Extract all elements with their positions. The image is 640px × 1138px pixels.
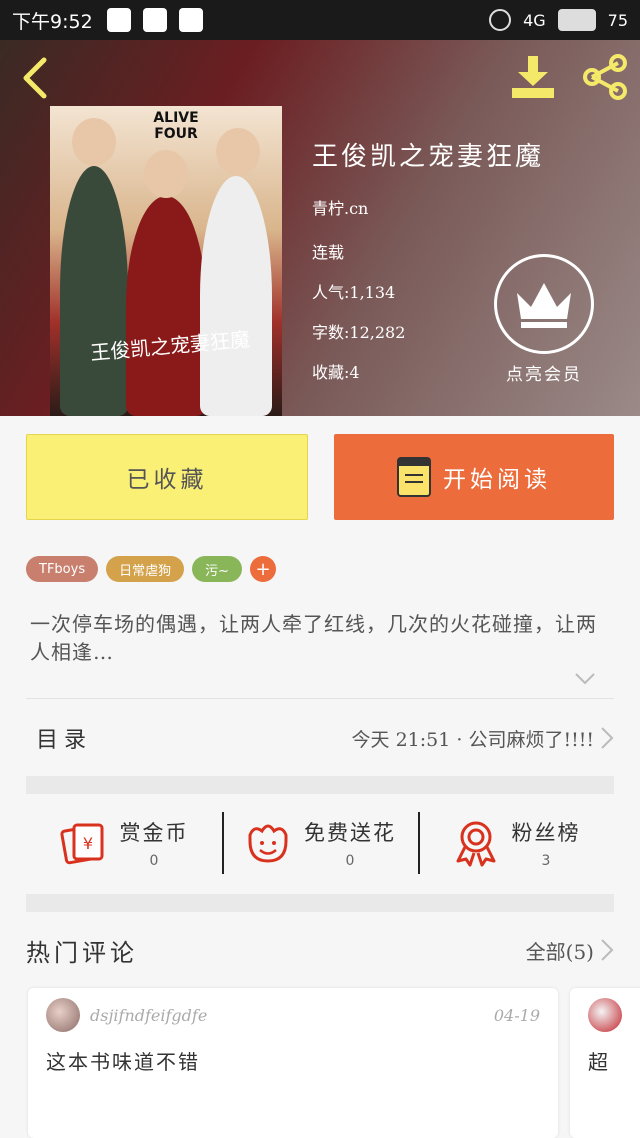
comment-date: 04-19: [493, 1006, 540, 1025]
gold-coin-icon: ¥: [59, 823, 103, 865]
expand-chevron-icon[interactable]: [574, 672, 596, 686]
all-comments-label: 全部(5): [525, 939, 594, 964]
book-site: 青柠.cn: [312, 199, 369, 218]
comment-text: 超: [588, 1050, 610, 1074]
tag-chip[interactable]: TFboys: [26, 556, 99, 582]
stat-label: 免费送花: [304, 821, 396, 845]
chevron-right-icon: [601, 939, 614, 961]
book-cover[interactable]: ALIVE FOUR 王俊凯之宠妻狂魔: [50, 106, 282, 416]
free-flower-button[interactable]: 免费送花 0: [222, 794, 418, 892]
comment-text: 这本书味道不错: [46, 1050, 200, 1074]
start-reading-button[interactable]: 开始阅读: [334, 434, 614, 520]
book-header: ALIVE FOUR 王俊凯之宠妻狂魔 王俊凯之宠妻狂魔 青柠.cn 连载 人气…: [0, 40, 640, 416]
divider: [26, 698, 614, 699]
stats-row: ¥ 赏金币 0 免费送花 0 粉丝榜 3: [26, 794, 614, 892]
avatar[interactable]: [588, 998, 622, 1032]
chat-bubble-icon: [106, 8, 131, 32]
vip-label: 点亮会员: [506, 365, 582, 385]
battery-level: 75: [607, 10, 628, 30]
latest-chapter-text: 今天 21:51 · 公司麻烦了!!!!: [351, 728, 594, 751]
book-summary: 一次停车场的偶遇，让两人牵了红线，几次的火花碰撞，让两人相逢…: [30, 612, 597, 664]
fan-ranking-button[interactable]: 粉丝榜 3: [418, 794, 614, 892]
mail-icon: [178, 8, 203, 32]
toc-latest-chapter: 今天 21:51 · 公司麻烦了!!!!: [352, 725, 614, 752]
download-icon[interactable]: [508, 54, 558, 100]
comment-card[interactable]: 超: [570, 988, 640, 1138]
back-chevron-icon[interactable]: [18, 56, 54, 100]
flower-icon: [248, 824, 288, 863]
crown-icon: [517, 283, 571, 328]
cover-face: [72, 118, 116, 166]
cover-face: [144, 150, 188, 198]
comment-card[interactable]: dsjifndfeifgdfe 04-19 这本书味道不错: [28, 988, 558, 1138]
share-icon[interactable]: [580, 54, 630, 100]
status-bar: 下午9:52 4G 75: [0, 0, 640, 40]
battery-icon: [557, 9, 596, 31]
cover-face: [216, 128, 260, 176]
news-icon: [142, 8, 167, 32]
chevron-right-icon: [601, 727, 614, 749]
medal-icon: [456, 821, 495, 867]
alarm-icon: [489, 9, 512, 31]
favorited-button[interactable]: 已收藏: [26, 434, 308, 520]
stat-value: 3: [541, 853, 551, 869]
stat-label: 赏金币: [119, 821, 189, 845]
comments-header: 热门评论 全部(5): [26, 928, 614, 972]
toc-row[interactable]: 目录 今天 21:51 · 公司麻烦了!!!!: [26, 700, 614, 776]
stat-value: 0: [345, 853, 355, 869]
favorited-label: 已收藏: [126, 467, 208, 493]
cover-figure: [60, 166, 128, 416]
book-title: 王俊凯之宠妻狂魔: [312, 142, 545, 172]
cover-figure: [200, 176, 272, 416]
comment-username[interactable]: dsjifndfeifgdfe: [90, 1006, 207, 1025]
start-reading-label: 开始阅读: [443, 467, 551, 493]
all-comments-link[interactable]: 全部(5): [526, 936, 614, 965]
tag-list: TFboys 日常虐狗 污~ +: [26, 556, 277, 582]
vip-badge: [494, 254, 594, 354]
tag-chip[interactable]: 污~: [192, 556, 243, 582]
section-separator: [26, 894, 614, 912]
status-time: 下午9:52: [12, 10, 93, 33]
svg-text:¥: ¥: [82, 834, 92, 853]
status-right: 4G 75: [489, 9, 628, 31]
add-tag-button[interactable]: +: [250, 556, 277, 582]
network-label: 4G: [523, 10, 546, 30]
stat-value: 0: [149, 853, 159, 869]
vip-button[interactable]: 点亮会员: [494, 254, 594, 385]
reward-coins-button[interactable]: ¥ 赏金币 0: [26, 794, 222, 892]
avatar[interactable]: [46, 998, 80, 1032]
cover-figure: [126, 196, 206, 416]
stat-label: 粉丝榜: [511, 821, 581, 845]
cover-brand: ALIVE FOUR: [153, 110, 199, 142]
toc-label: 目录: [36, 728, 93, 753]
tag-chip[interactable]: 日常虐狗: [106, 556, 185, 582]
section-separator: [26, 776, 614, 794]
book-icon: [397, 457, 431, 497]
comments-title: 热门评论: [26, 938, 138, 967]
